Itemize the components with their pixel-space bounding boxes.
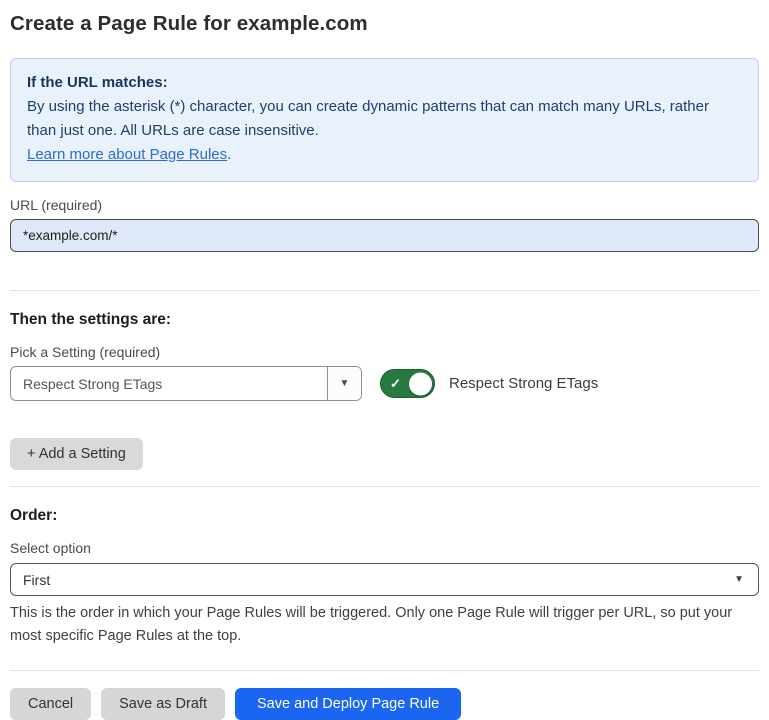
settings-section-heading: Then the settings are: <box>10 311 759 329</box>
toggle-label: Respect Strong ETags <box>449 375 598 392</box>
setting-select[interactable]: Respect Strong ETags ▼ <box>10 366 362 401</box>
divider-top <box>10 290 759 291</box>
order-help-text: This is the order in which your Page Rul… <box>10 602 759 648</box>
chevron-down-icon: ▼ <box>340 378 350 389</box>
check-icon: ✓ <box>390 377 401 390</box>
divider-bottom <box>10 670 759 671</box>
link-suffix: . <box>227 146 231 163</box>
url-input[interactable] <box>10 219 759 252</box>
setting-row: Respect Strong ETags ▼ ✓ Respect Strong … <box>10 366 759 401</box>
url-field-label: URL (required) <box>10 197 759 213</box>
info-box-link-line: Learn more about Page Rules. <box>27 143 742 167</box>
order-select-label: Select option <box>10 540 759 556</box>
cancel-button[interactable]: Cancel <box>10 688 91 720</box>
save-draft-button[interactable]: Save as Draft <box>101 688 225 720</box>
setting-select-arrow-button[interactable]: ▼ <box>327 367 361 400</box>
setting-select-value: Respect Strong ETags <box>11 367 327 400</box>
order-select-value: First <box>23 572 734 588</box>
pick-setting-label: Pick a Setting (required) <box>10 344 759 360</box>
info-box-body: By using the asterisk (*) character, you… <box>27 95 742 143</box>
learn-more-link[interactable]: Learn more about Page Rules <box>27 146 227 163</box>
save-deploy-button[interactable]: Save and Deploy Page Rule <box>235 688 461 720</box>
respect-strong-etags-toggle[interactable]: ✓ <box>380 369 435 398</box>
add-setting-button[interactable]: + Add a Setting <box>10 438 143 470</box>
info-box-heading: If the URL matches: <box>27 71 742 95</box>
footer-actions: Cancel Save as Draft Save and Deploy Pag… <box>10 688 759 720</box>
divider-middle <box>10 486 759 487</box>
page-title: Create a Page Rule for example.com <box>10 12 759 36</box>
toggle-knob <box>409 372 432 395</box>
url-match-info-box: If the URL matches: By using the asteris… <box>10 58 759 182</box>
chevron-down-icon: ▼ <box>734 574 744 585</box>
order-select[interactable]: First ▼ <box>10 563 759 596</box>
order-section-heading: Order: <box>10 507 759 525</box>
